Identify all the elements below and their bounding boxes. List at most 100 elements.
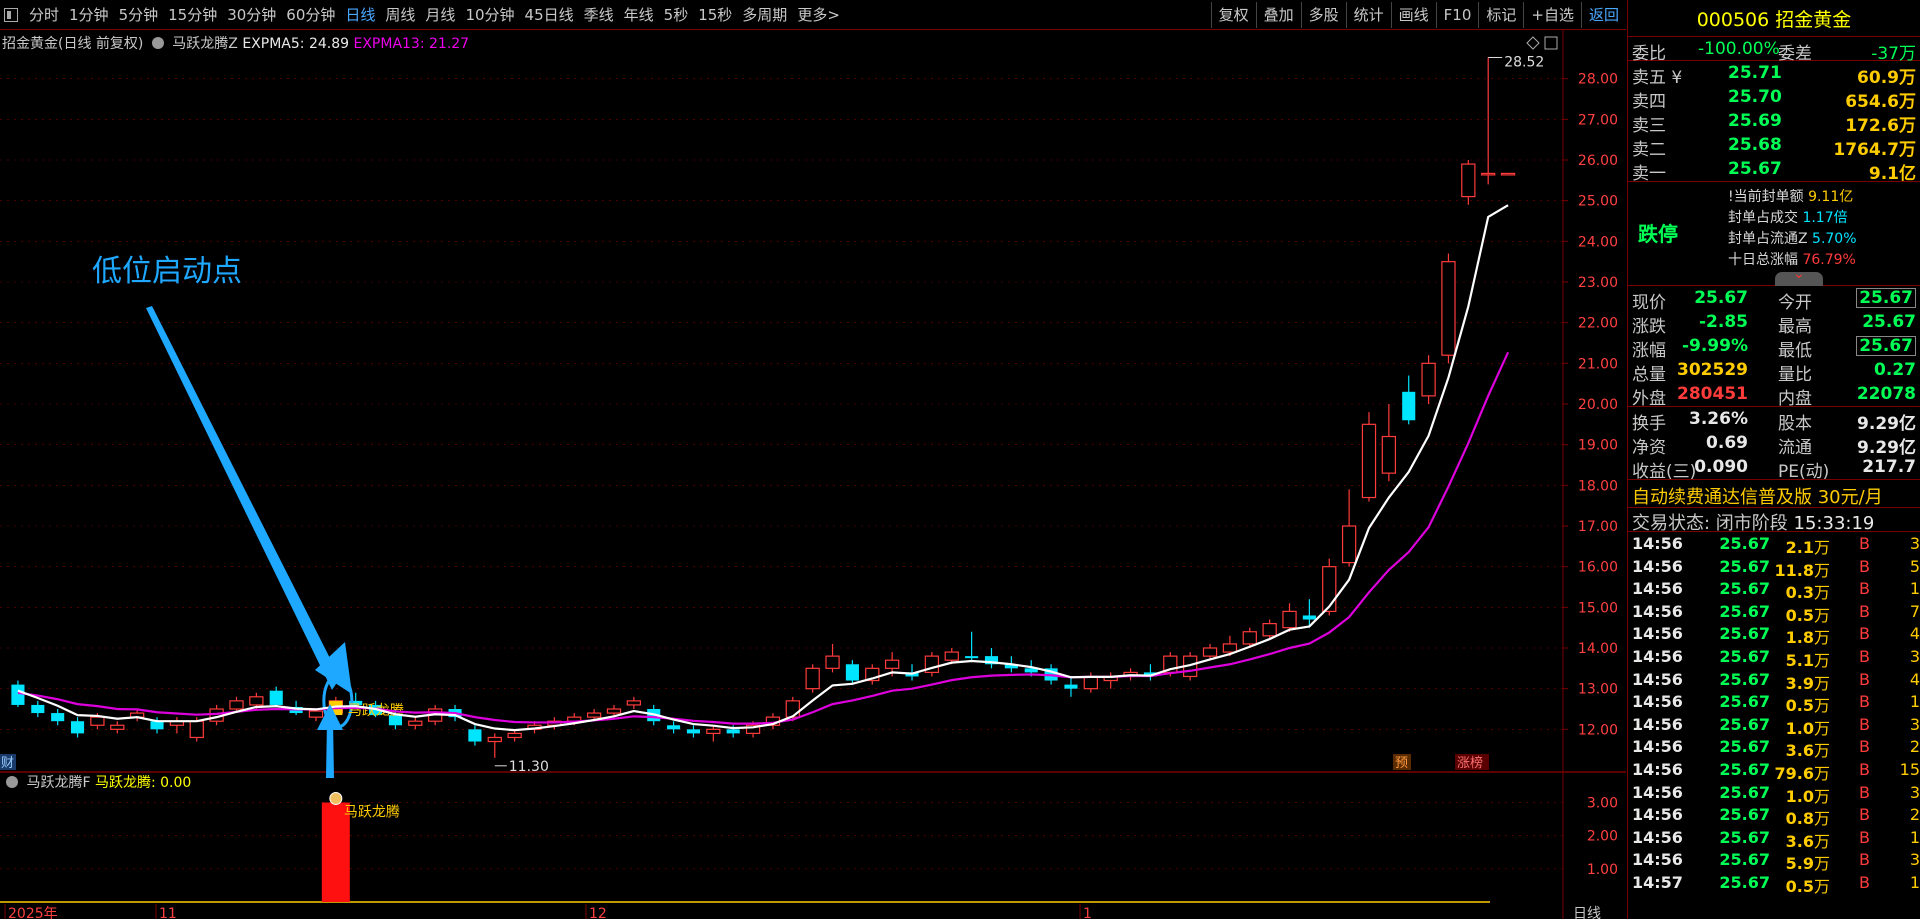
quotes-value: 25.67 <box>1862 312 1916 332</box>
tick-price: 25.67 <box>1719 579 1770 599</box>
period-tab[interactable]: 年线 <box>619 0 659 30</box>
candle-body <box>1202 647 1218 657</box>
candle <box>1402 375 1416 425</box>
candle-body <box>586 712 602 718</box>
candle <box>1064 676 1078 697</box>
candle <box>965 631 979 661</box>
candle-body <box>1302 615 1316 620</box>
tick-list[interactable]: 14:56 25.67 2.1万 B 3 14:56 25.67 11.8万 B 5 14:56 25… <box>1628 532 1920 896</box>
sub-indicator-settings-icon[interactable] <box>6 776 18 788</box>
sub-chart-header: 马跃龙腾F 马跃龙腾: 0.00 <box>2 772 191 792</box>
tool-button[interactable]: +自选 <box>1523 2 1581 28</box>
quotes-value: 0.27 <box>1874 360 1916 380</box>
tick-row: 14:56 25.67 3.9万 B 4 <box>1628 668 1920 693</box>
kline-chart[interactable]: 28.00 27.00 26.00 25.00 24.00 23.00 22.00 21.00… <box>0 30 1626 919</box>
quotes-row: 涨幅 -9.99% 最低 25.67 <box>1628 334 1920 361</box>
period-tab[interactable]: 日线 <box>340 0 380 30</box>
menu-icon[interactable] <box>4 8 18 22</box>
tick-count: 1 <box>1909 827 1920 847</box>
tick-side: B <box>1859 624 1870 644</box>
period-tab[interactable]: 60分钟 <box>281 0 340 30</box>
ask-price: 25.67 <box>1728 159 1782 179</box>
period-tab[interactable]: 15秒 <box>693 0 737 30</box>
period-tab[interactable]: 季线 <box>579 0 619 30</box>
layout-icon[interactable] <box>1544 36 1558 50</box>
sub-indicator-name[interactable]: 马跃龙腾F <box>26 775 90 791</box>
x-tick-label: 12 <box>589 906 607 919</box>
candle <box>70 717 85 738</box>
tick-price: 25.67 <box>1719 782 1770 802</box>
tick-time: 14:56 <box>1632 601 1683 621</box>
candle <box>706 725 721 742</box>
candle-body <box>825 655 840 669</box>
y-tick-label: 28.00 <box>1578 72 1618 88</box>
tool-button[interactable]: 画线 <box>1390 2 1436 28</box>
stats-row: 换手 3.26% 股本 9.29亿 <box>1628 407 1920 434</box>
tick-count: 3 <box>1909 646 1920 666</box>
candle-body <box>805 667 820 690</box>
candle-body <box>308 710 324 718</box>
tick-side: B <box>1859 872 1870 892</box>
period-tab[interactable]: 周线 <box>380 0 420 30</box>
stats-row: 收益(三) 0.090 PE(动) 217.7 <box>1628 455 1920 482</box>
period-tab[interactable]: 5秒 <box>659 0 694 30</box>
candle <box>51 709 65 726</box>
candle-body <box>965 656 979 659</box>
tick-count: 4 <box>1909 669 1920 689</box>
ask-levels: 卖五 ¥25.71 60.9万 卖四 25.70 654.6万 卖三 25.69 172.6万… <box>1628 61 1920 184</box>
seal-stat: 封单占流通Z 5.70% <box>1728 228 1857 248</box>
tick-side: B <box>1859 601 1870 621</box>
quotes-value: 22078 <box>1856 384 1916 404</box>
candle <box>31 700 45 718</box>
period-tab[interactable]: 15分钟 <box>163 0 222 30</box>
sub-signal-label: 马跃龙腾 <box>344 804 400 821</box>
period-tab[interactable]: 1分钟 <box>64 0 114 30</box>
period-tab[interactable]: 10分钟 <box>460 0 519 30</box>
period-tab[interactable]: 5分钟 <box>114 0 164 30</box>
candle <box>984 648 999 669</box>
candle <box>408 717 423 730</box>
y-tick-label: 25.00 <box>1578 194 1618 210</box>
period-tab[interactable]: 45日线 <box>520 0 579 30</box>
candle-body <box>686 729 701 734</box>
diamond-icon[interactable] <box>1526 36 1540 50</box>
tool-button[interactable]: 复权 <box>1210 2 1256 28</box>
candle-body <box>1441 261 1456 356</box>
promo-banner[interactable]: 自动续费通达信普及版 30元/月 <box>1628 480 1920 508</box>
period-tab[interactable]: 更多> <box>792 0 845 30</box>
seal-stat-label: 封单占流通Z <box>1728 231 1808 247</box>
tick-side: B <box>1859 556 1870 576</box>
candle <box>626 696 642 709</box>
period-tab[interactable]: 分时 <box>24 0 64 30</box>
ask-row: 卖二 25.68 1764.7万 <box>1628 133 1920 160</box>
seal-stat-value: 76.79% <box>1802 252 1856 268</box>
tool-button[interactable]: F10 <box>1435 2 1479 28</box>
x-tick-label: 1 <box>1083 906 1092 919</box>
candle <box>1341 489 1357 567</box>
stats-value: 0.69 <box>1706 433 1748 453</box>
tick-side: B <box>1859 805 1870 825</box>
tool-button[interactable]: 叠加 <box>1255 2 1301 28</box>
period-tab[interactable]: 月线 <box>420 0 460 30</box>
x-axis-period-label[interactable]: 日线 <box>1573 906 1601 919</box>
tool-button[interactable]: 标记 <box>1478 2 1523 28</box>
y-tick-label: 18.00 <box>1578 478 1618 494</box>
candle-body <box>110 724 125 730</box>
period-tab[interactable]: 30分钟 <box>222 0 281 30</box>
tick-count: 2 <box>1909 805 1920 825</box>
tool-button[interactable]: 多股 <box>1300 2 1346 28</box>
tick-side: B <box>1859 759 1870 779</box>
candle-body <box>1402 391 1416 421</box>
tick-time: 14:56 <box>1632 782 1683 802</box>
tool-button[interactable]: 返回 <box>1580 2 1626 28</box>
annotation-arrow <box>146 306 340 690</box>
tick-count: 7 <box>1909 601 1920 621</box>
candle-body <box>1381 435 1397 474</box>
period-tab[interactable]: 多周期 <box>737 0 792 30</box>
candle <box>468 725 482 746</box>
candle <box>1461 160 1476 205</box>
seal-stat-value: 9.11亿 <box>1808 189 1854 205</box>
quotes-value: 25.67 <box>1856 288 1916 308</box>
tool-button[interactable]: 统计 <box>1345 2 1391 28</box>
collapse-toggle-icon[interactable] <box>1775 266 1823 286</box>
